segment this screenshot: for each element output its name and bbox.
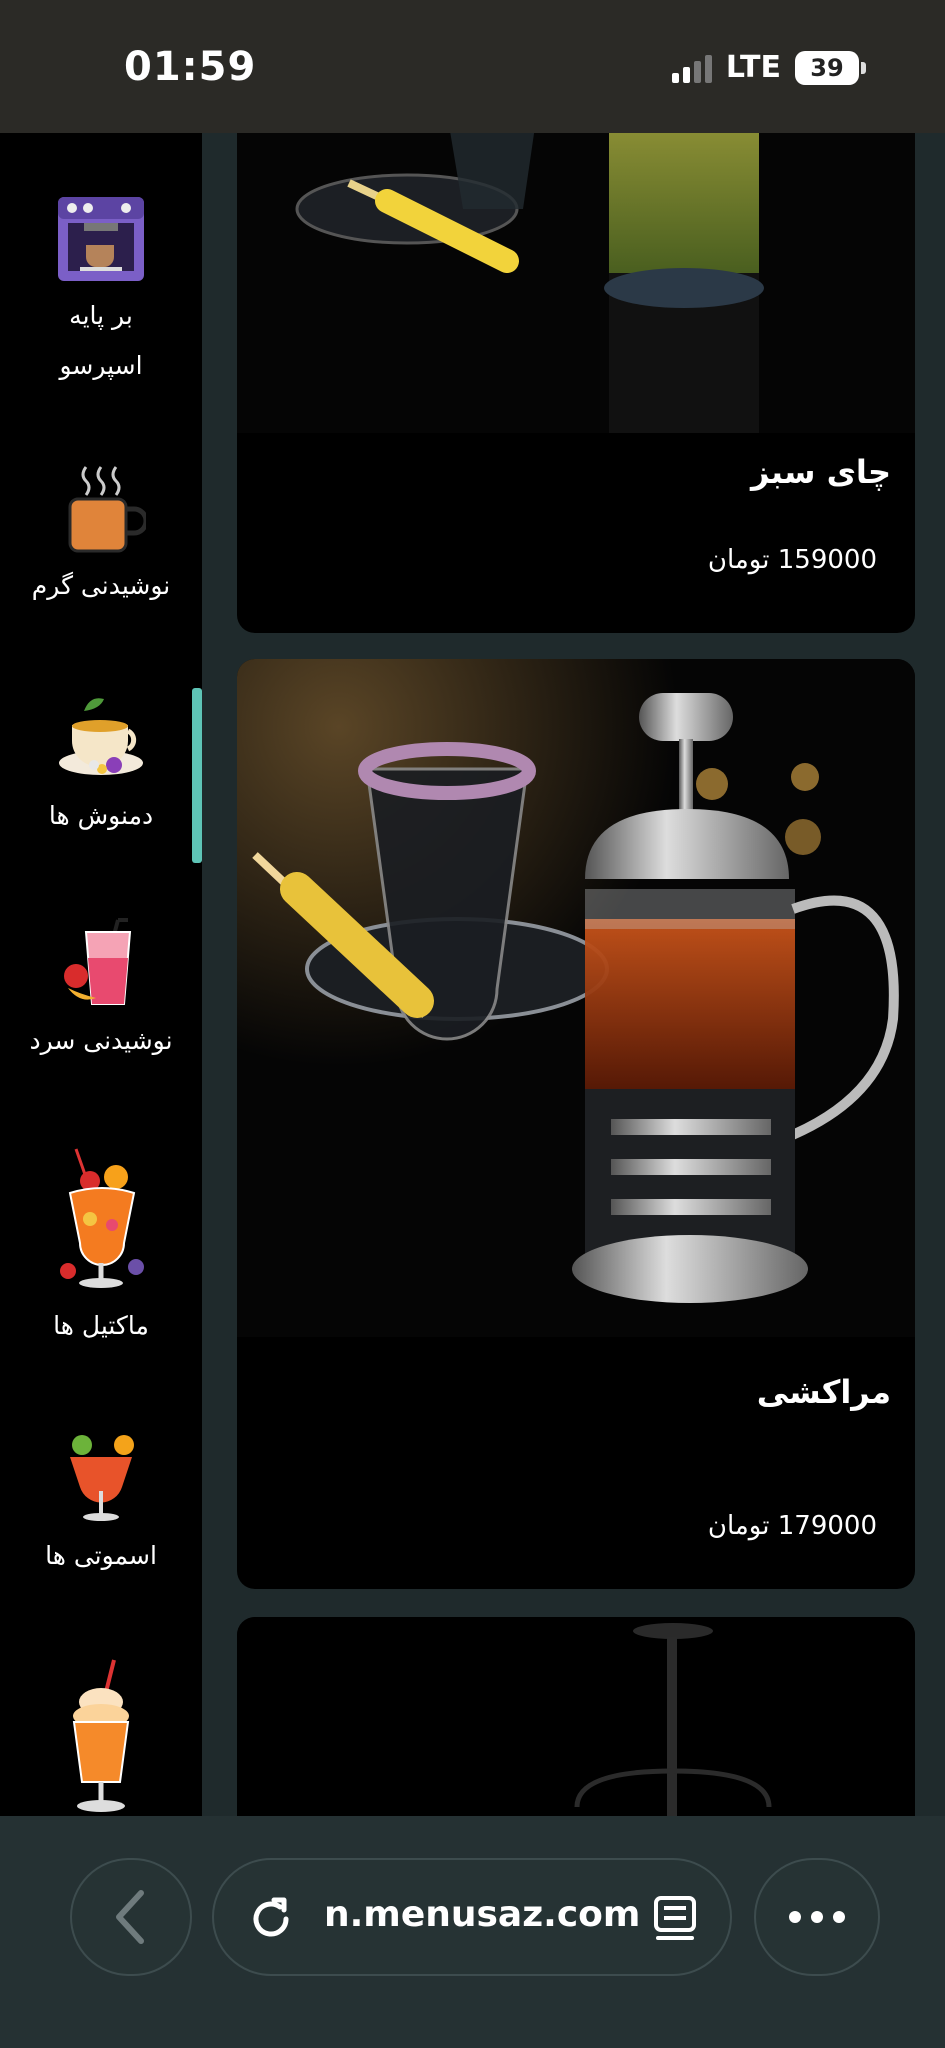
browser-toolbar: n.menusaz.com [0,1816,945,2048]
signal-icon [671,53,712,83]
hot-cup-icon [68,466,146,553]
sidebar-item-mocktails[interactable]: ماکتیل ها [0,1143,202,1351]
battery-icon: 39 [795,50,866,85]
sidebar-item-cold-drinks[interactable]: نوشیدنی سرد [0,918,202,1066]
product-price: 179000 تومان [707,1511,877,1541]
sidebar-item-label: بر پایه اسپرسو [59,301,143,380]
sidebar-item-espresso[interactable]: بر پایه اسپرسو [0,193,202,391]
cold-drink-icon [64,918,132,1005]
sidebar-item-smoothies[interactable]: اسموتی ها [0,1433,202,1581]
chevron-left-icon [116,1890,144,1944]
reader-mode-icon[interactable] [650,1894,700,1944]
green-tea-photo [237,133,915,433]
url-text: n.menusaz.com [324,1894,641,1935]
more-button[interactable] [754,1858,880,1976]
more-dots-icon [789,1911,845,1923]
product-name: مراکشی [756,1373,891,1411]
sidebar-item-herbal-tea[interactable]: دمنوش ها [0,693,202,841]
product-card[interactable] [237,1617,915,1816]
network-type: LTE [725,50,781,85]
active-indicator [192,688,202,863]
sidebar-item-label: اسموتی ها [45,1541,157,1570]
category-sidebar: بر پایه اسپرسو نوشیدنی گرم دمنوش ها نوشی… [0,133,202,1816]
moroccan-tea-photo [237,659,915,1337]
sidebar-item-hot-drinks[interactable]: نوشیدنی گرم [0,463,202,611]
mocktail-icon [60,1148,144,1288]
shake-icon [72,1659,130,1812]
sidebar-item-label: نوشیدنی سرد [29,1026,173,1055]
herbal-tea-icon [59,698,143,775]
status-bar: 01:59 LTE 39 [0,0,945,133]
espresso-machine-icon [58,197,144,281]
product-list: چای سبز 159000 تومان مراکشی 179000 تومان [202,133,945,1816]
sidebar-item-label: دمنوش ها [48,801,154,830]
product-name: چای سبز [751,453,891,491]
sidebar-item-shakes[interactable] [0,1658,202,1816]
sidebar-item-label: نوشیدنی گرم [31,571,171,600]
product-card[interactable]: مراکشی 179000 تومان [237,659,915,1589]
reload-icon[interactable] [246,1894,296,1944]
address-bar[interactable]: n.menusaz.com [212,1858,732,1976]
tea-press-photo [237,1617,915,1816]
product-price: 159000 تومان [707,545,877,575]
status-time: 01:59 [124,44,257,90]
smoothie-icon [70,1435,134,1521]
back-button[interactable] [70,1858,192,1976]
status-indicators: LTE 39 [671,50,866,85]
sidebar-item-label: ماکتیل ها [53,1311,149,1340]
product-card[interactable]: چای سبز 159000 تومان [237,133,915,633]
battery-level: 39 [810,53,844,82]
